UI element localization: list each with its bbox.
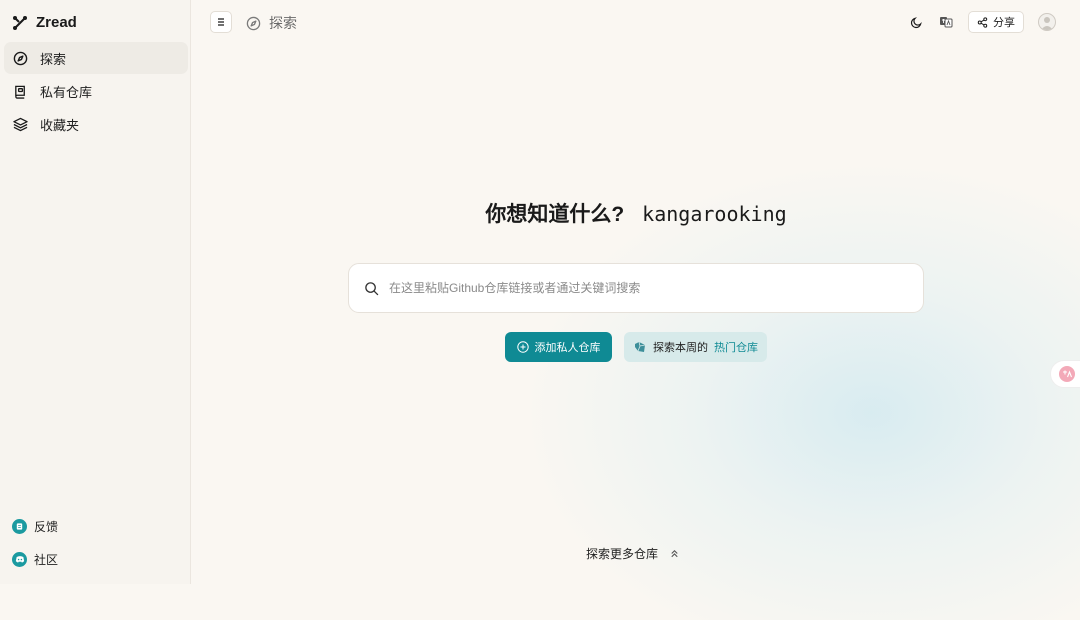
sidebar-item-label: 收藏夹: [40, 117, 80, 133]
sidebar-item-label: 探索: [40, 51, 67, 67]
search-icon: [363, 280, 379, 296]
explore-hot-repos-button[interactable]: 探索本周的 热门仓库: [624, 332, 767, 362]
discord-icon: [12, 551, 27, 567]
floating-assistant-button[interactable]: [1050, 360, 1080, 388]
assistant-icon: [1058, 365, 1076, 383]
dark-mode-toggle-icon[interactable]: [908, 14, 924, 30]
compass-icon: [245, 15, 261, 31]
add-private-repo-label: 添加私人仓库: [534, 342, 601, 354]
add-private-repo-button[interactable]: 添加私人仓库: [505, 332, 612, 362]
logo[interactable]: Zread: [12, 14, 77, 31]
app-name: Zread: [36, 14, 77, 31]
explore-week-label: 探索本周的: [653, 342, 708, 354]
sidebar-nav: 探索 私有仓库 收藏夹: [4, 42, 188, 141]
search-box[interactable]: [348, 263, 924, 313]
community-label: 社区: [34, 552, 59, 567]
feedback-icon: [12, 518, 27, 534]
hot-repo-label: 热门仓库: [714, 342, 758, 354]
zread-logo-icon: [12, 15, 28, 31]
sidebar-item-explore[interactable]: 探索: [4, 42, 188, 74]
explore-more-link[interactable]: 探索更多仓库: [586, 545, 680, 562]
share-label: 分享: [993, 17, 1015, 29]
share-icon: [977, 16, 988, 28]
search-input[interactable]: [387, 280, 891, 296]
user-icon: [1041, 17, 1053, 30]
page-title: 你想知道什么? kangarooking: [192, 198, 1080, 228]
feedback-link[interactable]: 反馈: [12, 516, 182, 536]
sidebar-item-label: 私有仓库: [40, 84, 93, 100]
share-button[interactable]: 分享: [968, 11, 1024, 33]
username: kangarooking: [642, 202, 787, 226]
hamburger-icon: [213, 14, 229, 30]
menu-toggle-button[interactable]: [210, 11, 232, 33]
topbar: 探索 分享: [192, 0, 1080, 44]
feedback-label: 反馈: [34, 519, 59, 534]
translate-icon[interactable]: [938, 14, 954, 30]
sidebar: Zread 探索 私有仓库 收藏夹 反馈 社区: [0, 0, 191, 584]
avatar[interactable]: [1038, 13, 1056, 31]
breadcrumb-label: 探索: [269, 15, 297, 31]
topbar-tools: 分享: [908, 11, 1056, 33]
plus-circle-icon: [516, 341, 529, 353]
sidebar-item-private-repos[interactable]: 私有仓库: [4, 75, 188, 107]
community-link[interactable]: 社区: [12, 549, 182, 569]
sidebar-item-favorites[interactable]: 收藏夹: [4, 108, 188, 140]
compass-icon: [12, 50, 28, 66]
double-chevron-up-icon: [668, 548, 680, 560]
sidebar-footer: 反馈 社区: [12, 516, 182, 569]
breadcrumb: 探索: [245, 13, 297, 33]
heading-text: 你想知道什么?: [485, 203, 625, 226]
layers-icon: [12, 116, 28, 132]
explore-more-label: 探索更多仓库: [586, 547, 659, 561]
map-icon: [633, 340, 647, 354]
private-repo-icon: [12, 83, 28, 99]
